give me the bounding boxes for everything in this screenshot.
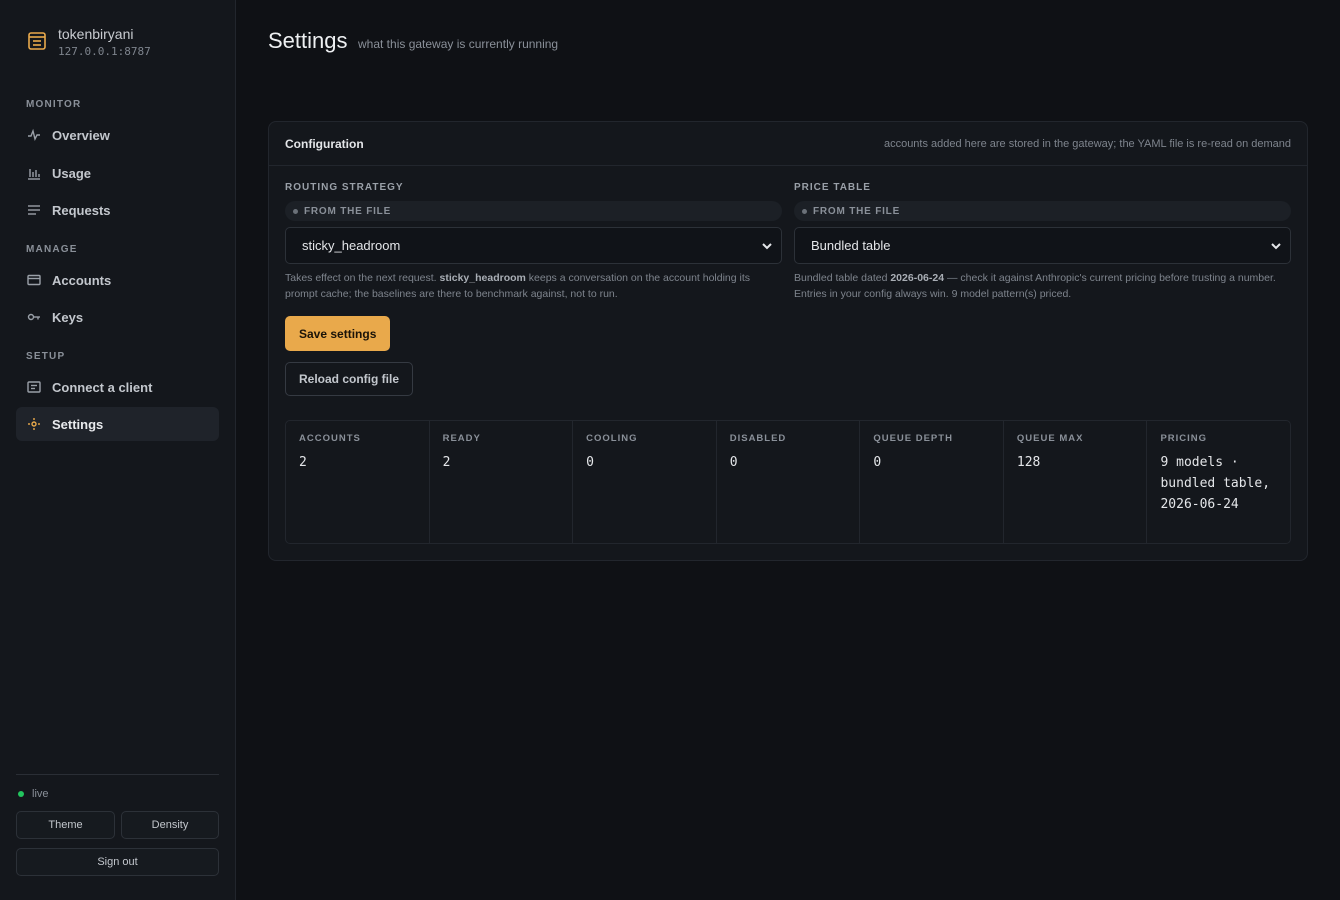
status-indicator: live xyxy=(18,788,49,800)
routing-help-strategy: sticky_headroom xyxy=(439,272,526,284)
live-dot-icon xyxy=(18,791,24,797)
sign-out-button[interactable]: Sign out xyxy=(16,848,219,876)
stat-label: ACCOUNTS xyxy=(299,433,361,444)
card-title: Configuration xyxy=(285,136,364,151)
stat-cooling: COOLING 0 xyxy=(573,421,717,543)
stat-label: PRICING xyxy=(1160,433,1208,444)
stat-label: READY xyxy=(442,433,481,444)
key-icon xyxy=(26,309,42,325)
sidebar-item-accounts[interactable]: Accounts xyxy=(16,263,219,297)
price-help-date: 2026-06-24 xyxy=(890,272,945,284)
stat-label: COOLING xyxy=(586,433,638,444)
sidebar-item-label: Overview xyxy=(52,127,110,143)
card-note: accounts added here are stored in the ga… xyxy=(883,137,1291,150)
stat-value: 128 xyxy=(1016,455,1041,470)
sidebar-item-connect-client[interactable]: Connect a client xyxy=(16,370,219,404)
stat-accounts: ACCOUNTS 2 xyxy=(286,421,430,543)
routing-help-pre: Takes effect on the next request. xyxy=(285,272,440,284)
sidebar-item-label: Requests xyxy=(52,202,111,218)
section-manage: MANAGE xyxy=(26,244,78,255)
activity-icon xyxy=(26,127,42,143)
sidebar-item-label: Accounts xyxy=(52,272,112,288)
save-settings-button[interactable]: Save settings xyxy=(285,316,391,351)
source-dot-icon xyxy=(802,208,807,214)
brand-address: 127.0.0.1:8787 xyxy=(58,45,151,58)
stat-pricing: PRICING 9 models · bundled table, 2026-0… xyxy=(1147,421,1290,543)
stat-queue-depth: QUEUE DEPTH 0 xyxy=(860,421,1004,543)
brand-name: tokenbiryani xyxy=(58,26,134,42)
theme-button[interactable]: Theme xyxy=(16,811,115,839)
routing-source-text: FROM THE FILE xyxy=(304,205,392,217)
stat-ready: READY 2 xyxy=(430,421,574,543)
price-table-value: Bundled table xyxy=(811,238,891,253)
reload-config-button[interactable]: Reload config file xyxy=(285,362,414,396)
stat-value: 2 xyxy=(299,455,307,470)
price-help-pre: Bundled table dated xyxy=(794,272,891,284)
card-icon xyxy=(26,272,42,288)
stat-queue-max: QUEUE MAX 128 xyxy=(1004,421,1148,543)
page-subtitle: what this gateway is currently running xyxy=(358,37,559,51)
routing-source-badge: FROM THE FILE xyxy=(285,201,782,221)
stat-disabled: DISABLED 0 xyxy=(717,421,861,543)
card-header: Configuration accounts added here are st… xyxy=(269,122,1307,166)
sidebar: tokenbiryani 127.0.0.1:8787 MONITOR Over… xyxy=(0,0,236,900)
list-icon xyxy=(26,202,42,218)
chevron-down-icon xyxy=(762,242,772,249)
price-help-text: Bundled table dated 2026-06-24 — check i… xyxy=(794,270,1291,302)
density-button[interactable]: Density xyxy=(121,811,219,839)
price-table-select[interactable]: Bundled table xyxy=(794,227,1291,264)
routing-help-text: Takes effect on the next request. sticky… xyxy=(285,270,782,302)
gear-icon xyxy=(26,416,42,432)
sidebar-item-overview[interactable]: Overview xyxy=(16,118,219,152)
status-text: live xyxy=(32,788,49,800)
sidebar-item-label: Settings xyxy=(52,416,104,432)
stat-value: 0 xyxy=(873,455,882,470)
sidebar-item-label: Connect a client xyxy=(52,379,153,395)
section-monitor: MONITOR xyxy=(26,99,82,110)
stats-grid: ACCOUNTS 2 READY 2 COOLING 0 DISABLED 0 … xyxy=(285,420,1291,544)
price-table-field: PRICE TABLE FROM THE FILE Bundled table … xyxy=(794,182,1291,302)
routing-strategy-label: ROUTING STRATEGY xyxy=(285,182,404,193)
sidebar-divider xyxy=(16,774,219,775)
stat-value: 0 xyxy=(729,455,738,470)
sidebar-item-settings[interactable]: Settings xyxy=(16,407,219,441)
terminal-icon xyxy=(26,379,42,395)
bar-chart-icon xyxy=(26,165,42,181)
stat-label: QUEUE DEPTH xyxy=(873,433,953,444)
sidebar-item-requests[interactable]: Requests xyxy=(16,193,219,227)
routing-strategy-value: sticky_headroom xyxy=(302,238,401,253)
stat-label: QUEUE MAX xyxy=(1016,433,1084,444)
sidebar-item-label: Usage xyxy=(52,165,92,181)
configuration-card: Configuration accounts added here are st… xyxy=(268,121,1308,561)
sidebar-item-label: Keys xyxy=(52,309,84,325)
section-setup: SETUP xyxy=(26,351,66,362)
stat-value: 2 xyxy=(442,455,451,470)
sidebar-item-keys[interactable]: Keys xyxy=(16,300,219,334)
price-table-label: PRICE TABLE xyxy=(794,182,871,193)
source-dot-icon xyxy=(293,208,298,214)
stat-value: 9 models · bundled table, 2026-06-24 xyxy=(1160,455,1271,512)
price-source-badge: FROM THE FILE xyxy=(794,201,1291,221)
routing-strategy-select[interactable]: sticky_headroom xyxy=(285,227,782,264)
stat-value: 0 xyxy=(586,455,594,470)
price-source-text: FROM THE FILE xyxy=(813,205,901,217)
stat-label: DISABLED xyxy=(729,433,787,444)
box-logo-icon xyxy=(28,32,46,50)
chevron-down-icon xyxy=(1271,242,1281,249)
brand[interactable]: tokenbiryani 127.0.0.1:8787 xyxy=(26,26,151,58)
page-title: Settings xyxy=(268,28,348,53)
sidebar-item-usage[interactable]: Usage xyxy=(16,156,219,190)
routing-strategy-field: ROUTING STRATEGY FROM THE FILE sticky_he… xyxy=(285,182,782,302)
